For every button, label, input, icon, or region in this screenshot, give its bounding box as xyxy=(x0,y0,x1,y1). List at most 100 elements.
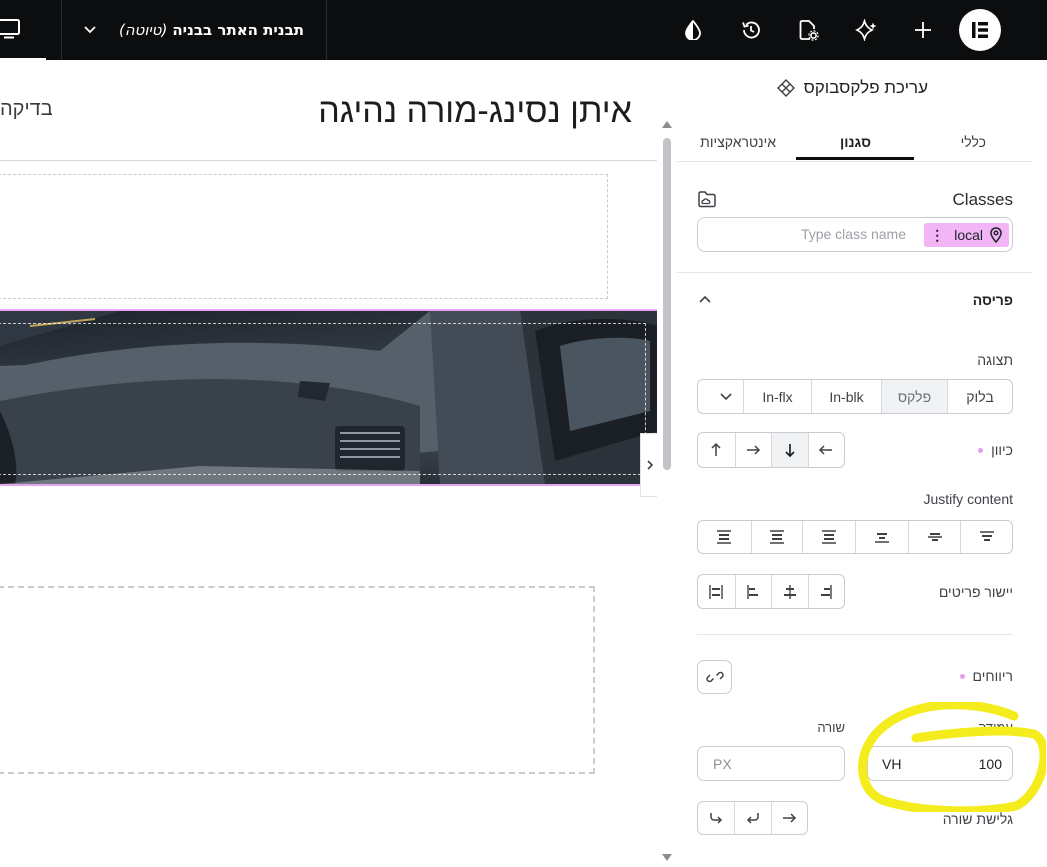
panel-title: עריכת פלקסבוקס xyxy=(803,78,928,97)
justify-space-evenly-option[interactable] xyxy=(698,521,751,553)
more-options-icon[interactable]: ⋮ xyxy=(930,227,944,244)
justify-center-option[interactable] xyxy=(907,521,961,553)
tab-style[interactable]: סגנון xyxy=(840,134,871,150)
layout-section-title[interactable]: פריסה xyxy=(973,292,1013,308)
display-more-dropdown[interactable] xyxy=(708,380,743,413)
scroll-down-arrow[interactable] xyxy=(662,854,672,861)
align-stretch-icon xyxy=(709,584,723,599)
contrast-icon xyxy=(685,20,701,40)
wrap-icon xyxy=(746,813,759,824)
direction-row[interactable] xyxy=(734,433,772,467)
wrap-reverse-option[interactable] xyxy=(698,802,734,834)
justify-space-around-option[interactable] xyxy=(750,521,803,553)
add-element-button[interactable] xyxy=(907,14,939,46)
space-between-icon xyxy=(822,530,837,544)
classes-label: Classes xyxy=(952,190,1013,209)
class-chip-local[interactable]: local ⋮ xyxy=(924,223,1009,247)
wrap-reverse-icon xyxy=(710,813,723,824)
arrow-right-icon xyxy=(783,813,797,823)
empty-drop-area[interactable] xyxy=(0,586,595,774)
gaps-label: ריווחים xyxy=(959,668,1013,684)
display-flex-option[interactable]: פלקס xyxy=(881,380,947,413)
column-gap-value: 100 xyxy=(978,756,1002,772)
direction-column[interactable] xyxy=(771,433,808,467)
wrap-label: גלישת שורה xyxy=(943,811,1013,827)
header-divider xyxy=(0,160,657,161)
justify-center-icon xyxy=(927,533,942,541)
justify-start-icon xyxy=(979,531,994,541)
page-settings-icon xyxy=(799,20,819,41)
chevron-up-icon[interactable] xyxy=(697,292,713,306)
history-button[interactable] xyxy=(735,14,767,46)
align-end-option[interactable] xyxy=(734,575,772,608)
page-title: תבנית האתר בבניה xyxy=(172,21,304,39)
arrow-down-icon xyxy=(785,444,795,458)
section-divider xyxy=(697,634,1013,635)
add-icon xyxy=(915,22,931,38)
link-values-button[interactable] xyxy=(697,660,732,694)
align-center-option[interactable] xyxy=(771,575,808,608)
display-inline-block-option[interactable]: In-blk xyxy=(811,380,881,413)
class-selector[interactable]: local ⋮ Type class name xyxy=(697,217,1013,252)
align-items-label: יישור פריטים xyxy=(939,584,1013,600)
scroll-up-arrow[interactable] xyxy=(662,121,672,128)
class-chip-label: local xyxy=(954,227,983,243)
justify-content-label-text: Justify content xyxy=(923,491,1014,507)
column-gap-unit[interactable]: VH xyxy=(882,756,901,772)
justify-content-selector xyxy=(697,520,1013,554)
history-icon xyxy=(742,21,760,39)
display-label: תצוגה xyxy=(977,352,1013,368)
column-gap-input[interactable]: VH 100 xyxy=(867,746,1013,781)
modified-indicator xyxy=(959,673,965,679)
direction-label: כיוון xyxy=(978,442,1013,458)
justify-content-label: Justify content xyxy=(924,491,1014,507)
column-gap-label: עמודה xyxy=(978,720,1013,735)
align-start-option[interactable] xyxy=(807,575,845,608)
display-inline-flex-option[interactable]: In-flx xyxy=(743,380,811,413)
nowrap-option[interactable] xyxy=(770,802,807,834)
elementor-logo[interactable] xyxy=(959,9,1001,51)
row-gap-unit[interactable]: PX xyxy=(713,756,732,772)
arrow-right-icon xyxy=(747,445,761,455)
panel-header: עריכת פלקסבוקס xyxy=(776,78,928,98)
page-status: (טיוטה) xyxy=(118,21,168,39)
gaps-label-text: ריווחים xyxy=(972,668,1013,684)
empty-container[interactable] xyxy=(0,174,608,299)
direction-row-reverse[interactable] xyxy=(807,433,845,467)
page-settings-button[interactable] xyxy=(792,14,824,46)
page-selector[interactable]: תבנית האתר בבניה (טיוטה) xyxy=(62,0,326,60)
preview-canvas: איתן נסינג-מורה נהיגה בדיקה xyxy=(0,60,657,867)
tab-general[interactable]: כללי xyxy=(961,134,986,150)
display-block-option[interactable]: בלוק xyxy=(947,380,1012,413)
justify-start-option[interactable] xyxy=(960,521,1012,553)
theme-button[interactable] xyxy=(677,14,709,46)
editor-panel: עריכת פלקסבוקס כללי סגנון אינטראקציות Cl… xyxy=(677,60,1032,867)
hero-image-container[interactable] xyxy=(0,309,657,486)
top-bar: תבנית האתר בבניה (טיוטה) xyxy=(0,0,1047,60)
scrollbar-thumb[interactable] xyxy=(663,138,671,470)
tab-interactions[interactable]: אינטראקציות xyxy=(700,134,776,150)
site-heading[interactable]: איתן נסינג-מורה נהיגה xyxy=(318,92,632,131)
justify-end-icon xyxy=(874,533,889,543)
space-evenly-icon xyxy=(717,530,732,544)
nav-text[interactable]: בדיקה xyxy=(0,98,53,121)
align-center-icon xyxy=(783,584,796,599)
flexbox-icon xyxy=(776,79,795,97)
panel-toggle-button[interactable] xyxy=(640,433,657,497)
align-end-icon xyxy=(747,584,759,599)
class-name-input[interactable]: Type class name xyxy=(801,226,906,242)
desktop-icon xyxy=(0,19,20,39)
desktop-view-button[interactable] xyxy=(0,0,46,60)
wrap-option[interactable] xyxy=(734,802,770,834)
align-items-selector xyxy=(697,574,845,609)
direction-column-reverse[interactable] xyxy=(698,433,734,467)
cloud-folder-icon[interactable] xyxy=(697,190,717,208)
ai-button[interactable] xyxy=(850,14,882,46)
row-gap-input[interactable]: PX xyxy=(697,746,845,781)
justify-end-option[interactable] xyxy=(854,521,908,553)
align-stretch-option[interactable] xyxy=(698,575,734,608)
justify-space-between-option[interactable] xyxy=(802,521,855,553)
space-around-icon xyxy=(769,530,784,544)
panel-tabs: כללי סגנון אינטראקציות xyxy=(677,122,1032,162)
modified-indicator xyxy=(978,447,984,453)
